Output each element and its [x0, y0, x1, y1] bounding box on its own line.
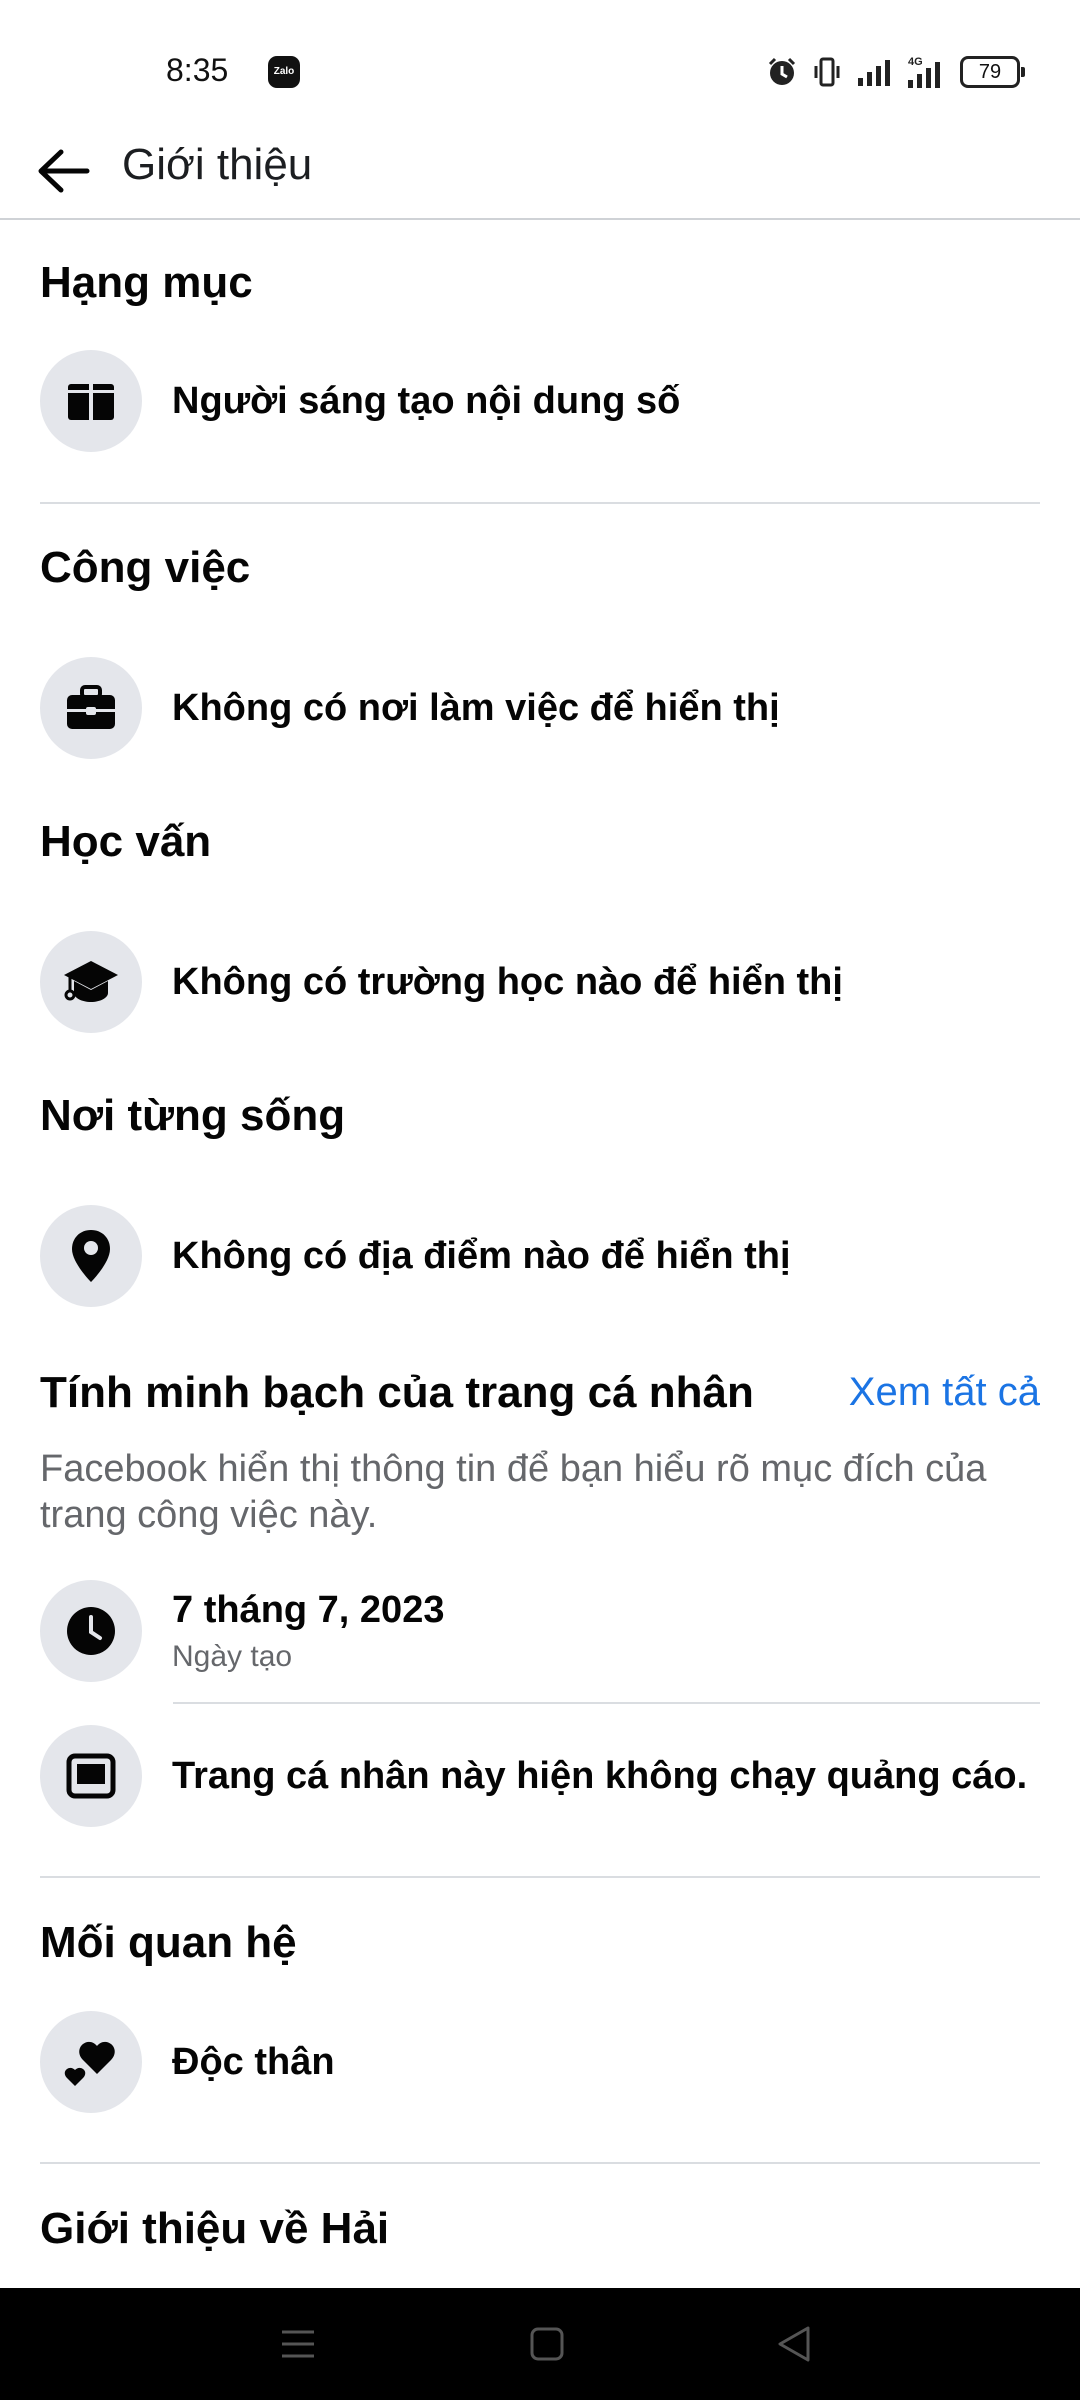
- created-date-text: 7 tháng 7, 2023 Ngày tạo: [172, 1589, 444, 1674]
- zalo-notification-icon: Zalo: [268, 56, 300, 88]
- transparency-description: Facebook hiển thị thông tin để bạn hiểu …: [40, 1448, 987, 1536]
- divider: [40, 502, 1040, 504]
- hearts-icon: [64, 2041, 115, 2086]
- back-nav-button[interactable]: [768, 2318, 820, 2370]
- battery-indicator: 79: [960, 56, 1025, 88]
- places-icon-wrap: [40, 1205, 142, 1307]
- category-icon-wrap: [40, 350, 142, 452]
- divider: [173, 1702, 1040, 1704]
- relationship-icon-wrap: [40, 2011, 142, 2113]
- briefcase-icon: [67, 685, 115, 729]
- category-row: Người sáng tạo nội dung số: [40, 349, 1040, 453]
- ads-status-value: Trang cá nhân này hiện không chạy quảng …: [172, 1754, 1028, 1797]
- work-section-title: Công việc: [40, 543, 251, 592]
- education-icon-wrap: [40, 931, 142, 1033]
- status-icons: 4G 79: [766, 52, 1025, 92]
- category-value: Người sáng tạo nội dung số: [172, 379, 681, 422]
- relationship-section-title: Mối quan hệ: [40, 1918, 297, 1967]
- transparency-section-title: Tính minh bạch của trang cá nhân: [40, 1368, 754, 1417]
- relationship-row: Độc thân: [40, 2010, 1040, 2114]
- places-section-title: Nơi từng sống: [40, 1091, 346, 1140]
- divider: [40, 1876, 1040, 1878]
- back-button[interactable]: [28, 136, 98, 206]
- relationship-value: Độc thân: [172, 2040, 335, 2083]
- book-icon: [68, 384, 114, 420]
- ads-status-row: Trang cá nhân này hiện không chạy quảng …: [40, 1724, 1040, 1828]
- menu-icon: [282, 2330, 314, 2358]
- page-title: Giới thiệu: [122, 140, 313, 189]
- home-square-icon: [530, 2327, 564, 2361]
- work-value: Không có nơi làm việc để hiển thị: [172, 686, 780, 729]
- created-date-row: 7 tháng 7, 2023 Ngày tạo: [40, 1578, 1040, 1684]
- ads-screen-icon: [66, 1753, 116, 1799]
- graduation-cap-icon: [64, 961, 118, 1002]
- education-section-title: Học vấn: [40, 817, 212, 866]
- education-value: Không có trường học nào để hiển thị: [172, 960, 843, 1003]
- clock-icon: [67, 1607, 115, 1655]
- about-section-title: Giới thiệu về Hải: [40, 2204, 390, 2253]
- system-nav-bar: [0, 2288, 1080, 2400]
- category-section-title: Hạng mục: [40, 258, 253, 307]
- created-date-value: 7 tháng 7, 2023: [172, 1588, 445, 1631]
- created-date-label: Ngày tạo: [172, 1639, 293, 1673]
- back-triangle-icon: [778, 2326, 810, 2362]
- vibrate-icon: [814, 57, 840, 87]
- svg-text:4G: 4G: [908, 56, 923, 68]
- alarm-icon: [768, 57, 796, 85]
- see-all-link[interactable]: Xem tất cả: [849, 1370, 1040, 1415]
- status-time: 8:35: [166, 52, 229, 88]
- ads-icon-wrap: [40, 1725, 142, 1827]
- education-row: Không có trường học nào để hiển thị: [40, 930, 1040, 1034]
- work-row: Không có nơi làm việc để hiển thị: [40, 656, 1040, 760]
- status-bar: 8:35 Zalo 4G 79: [0, 0, 1080, 130]
- places-value: Không có địa điểm nào để hiển thị: [172, 1234, 791, 1277]
- signal-4g-icon: 4G: [908, 56, 940, 88]
- home-button[interactable]: [521, 2318, 573, 2370]
- signal-icon: [858, 60, 890, 86]
- created-date-icon-wrap: [40, 1580, 142, 1682]
- back-arrow-icon: [38, 149, 90, 193]
- app-bar: Giới thiệu: [0, 130, 1080, 220]
- work-icon-wrap: [40, 657, 142, 759]
- places-row: Không có địa điểm nào để hiển thị: [40, 1204, 1040, 1308]
- location-pin-icon: [72, 1230, 110, 1282]
- recents-button[interactable]: [272, 2318, 324, 2370]
- divider: [40, 2162, 1040, 2164]
